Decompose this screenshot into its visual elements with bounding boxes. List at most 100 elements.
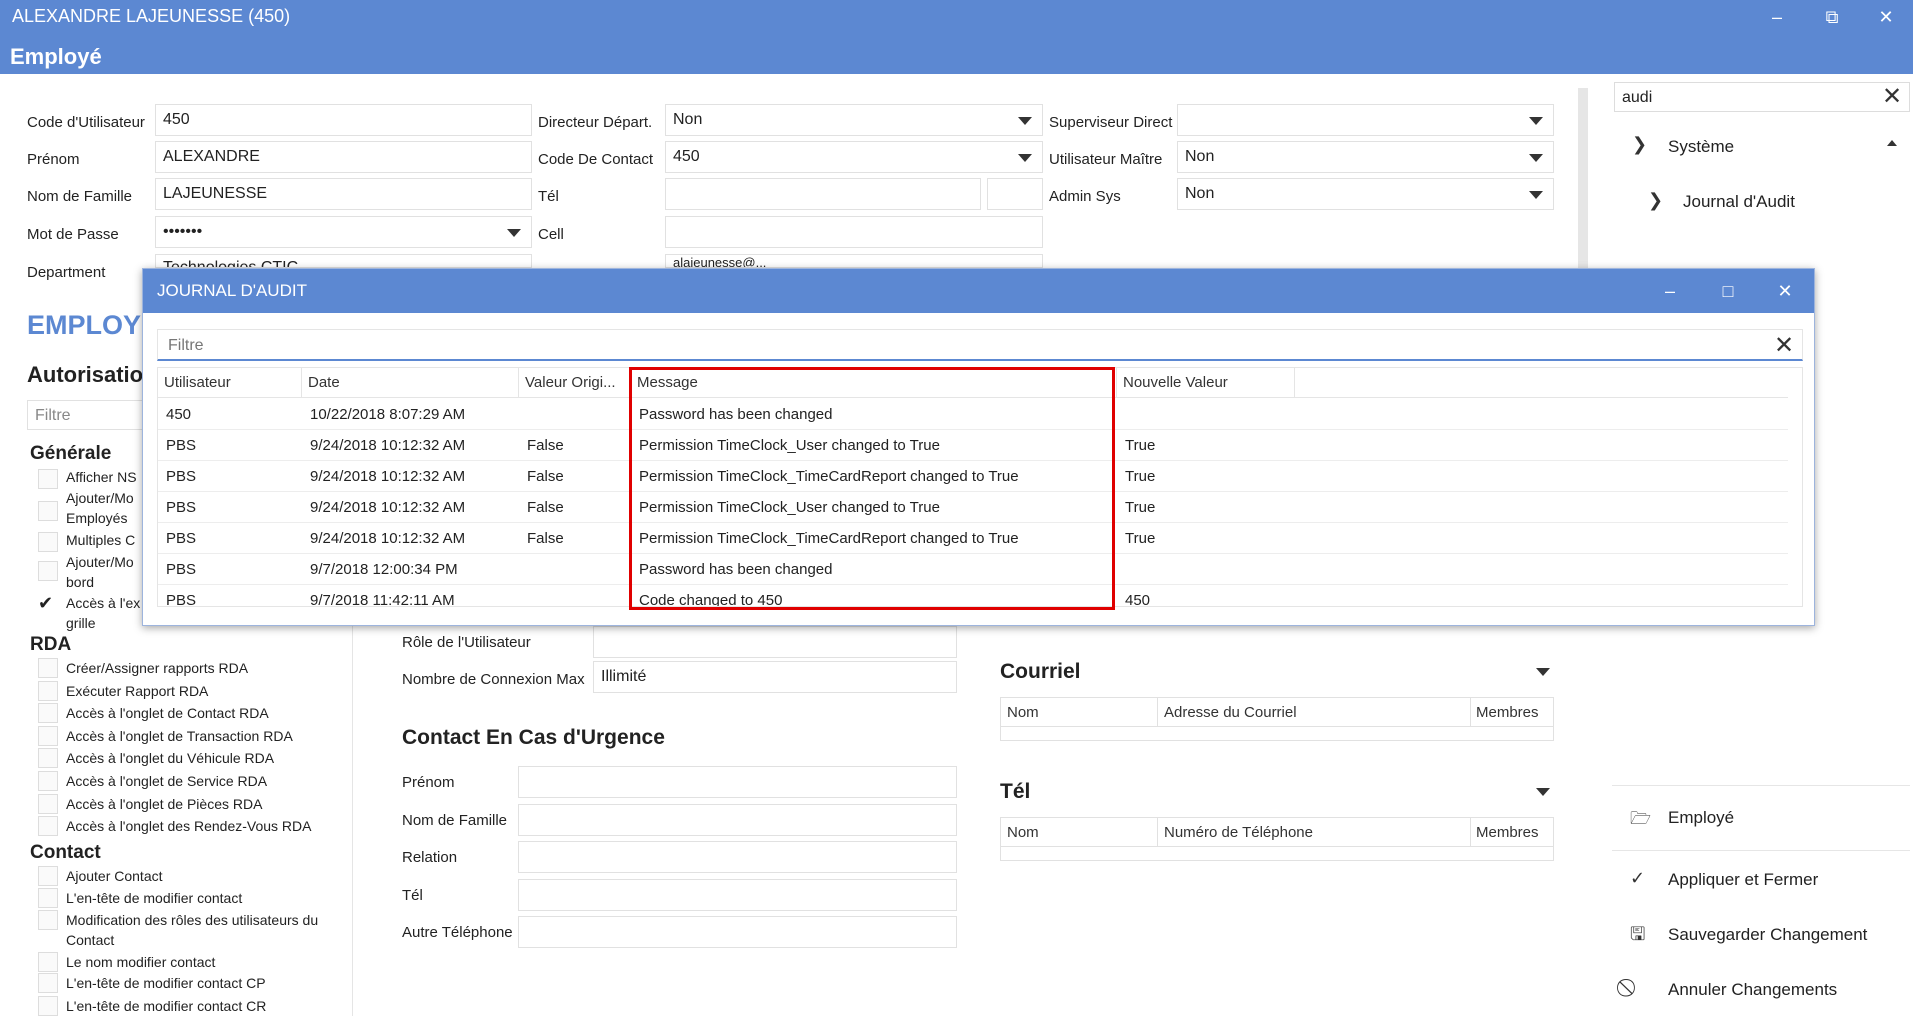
- courriel-col-nom[interactable]: Nom: [1007, 704, 1039, 721]
- form-input[interactable]: 450: [665, 141, 1043, 173]
- table-cell-user: PBS: [166, 530, 197, 547]
- table-cell-new: 450: [1125, 592, 1151, 607]
- permission-checkbox[interactable]: [38, 816, 58, 837]
- permission-checkbox[interactable]: ✔: [38, 593, 58, 613]
- form-input[interactable]: 450: [155, 104, 532, 136]
- save-changes-button[interactable]: Sauvegarder Changement: [1668, 925, 1867, 945]
- search-clear-icon[interactable]: ✕: [1882, 82, 1902, 111]
- form-input[interactable]: [665, 216, 1043, 248]
- maxconn-input[interactable]: Illimité: [593, 661, 957, 693]
- permission-checkbox[interactable]: [38, 748, 58, 769]
- emergency-field-input[interactable]: [518, 841, 957, 873]
- chevron-right-icon[interactable]: ❯: [1648, 190, 1663, 211]
- col-valeur-originale[interactable]: Valeur Origi...: [519, 368, 631, 398]
- table-cell-orig: False: [527, 437, 564, 454]
- tel-col-numero[interactable]: Numéro de Téléphone: [1164, 824, 1313, 841]
- tree-collapse-icon[interactable]: [1887, 140, 1897, 146]
- emergency-field-input[interactable]: [518, 878, 957, 911]
- table-row[interactable]: PBS 9/24/2018 10:12:32 AM False Permission …: [158, 461, 1788, 492]
- table-row[interactable]: PBS 9/24/2018 10:12:32 AM False Permission …: [158, 430, 1788, 461]
- field-label: Tél: [538, 188, 559, 205]
- permission-checkbox[interactable]: [38, 561, 58, 581]
- permission-checkbox[interactable]: [38, 532, 58, 552]
- courriel-collapse-icon[interactable]: [1536, 668, 1550, 676]
- emergency-field-input[interactable]: [518, 766, 957, 798]
- permission-label: Exécuter Rapport RDA: [66, 682, 209, 699]
- permission-checkbox[interactable]: [38, 771, 58, 791]
- col-message[interactable]: Message: [631, 368, 1117, 398]
- permission-checkbox[interactable]: [38, 866, 58, 886]
- form-input[interactable]: LAJEUNESSE: [155, 178, 532, 210]
- table-row[interactable]: 450 10/22/2018 8:07:29 AM Password has bee…: [158, 399, 1788, 430]
- close-icon[interactable]: ✕: [1866, 4, 1906, 30]
- form-input[interactable]: •••••••: [155, 216, 532, 248]
- permission-checkbox[interactable]: [38, 703, 58, 724]
- courriel-col-membres[interactable]: Membres: [1476, 704, 1539, 721]
- minimize-icon[interactable]: –: [1757, 4, 1797, 30]
- restore-icon[interactable]: ⧉: [1812, 4, 1852, 30]
- tel-collapse-icon[interactable]: [1536, 788, 1550, 796]
- permission-checkbox[interactable]: [38, 725, 58, 746]
- tel-col-membres[interactable]: Membres: [1476, 824, 1539, 841]
- permission-checkbox[interactable]: [38, 910, 58, 930]
- tel-extension-input[interactable]: [987, 178, 1043, 210]
- audit-dialog-title: JOURNAL D'AUDIT: [157, 281, 307, 300]
- cancel-changes-button[interactable]: Annuler Changements: [1668, 980, 1837, 1000]
- tel-grid-body: [1000, 847, 1554, 861]
- action-employe[interactable]: Employé: [1668, 808, 1734, 828]
- apply-close-button[interactable]: Appliquer et Fermer: [1668, 870, 1818, 890]
- permission-checkbox[interactable]: [38, 501, 58, 521]
- permission-checkbox[interactable]: [38, 952, 58, 972]
- courriel-title: Courriel: [1000, 660, 1081, 683]
- form-input[interactable]: Technologies CTIC: [155, 254, 532, 268]
- field-label: Admin Sys: [1049, 188, 1121, 205]
- table-cell-new: [1121, 399, 1125, 430]
- close-icon[interactable]: ✕: [1770, 277, 1800, 305]
- role-input[interactable]: [593, 626, 957, 658]
- right-search-input[interactable]: audi: [1614, 82, 1910, 112]
- permission-checkbox[interactable]: [38, 973, 58, 993]
- main-scrollbar[interactable]: [1578, 88, 1588, 268]
- form-input[interactable]: Non: [665, 104, 1043, 136]
- form-input[interactable]: alajeunesse@...: [665, 254, 1043, 268]
- form-input[interactable]: Non: [1177, 141, 1554, 173]
- permission-checkbox[interactable]: [38, 658, 58, 678]
- chevron-right-icon[interactable]: ❯: [1632, 134, 1647, 155]
- tree-item-systeme[interactable]: Système: [1668, 137, 1734, 157]
- table-cell-user: 450: [166, 406, 192, 423]
- filter-clear-icon[interactable]: ✕: [1774, 331, 1794, 360]
- tel-col-nom[interactable]: Nom: [1007, 824, 1039, 841]
- permission-checkbox[interactable]: [38, 793, 58, 814]
- courriel-col-adresse[interactable]: Adresse du Courriel: [1164, 704, 1297, 721]
- maximize-icon[interactable]: □: [1713, 277, 1743, 305]
- permission-label: Ajouter/Mo: [66, 554, 134, 570]
- permission-checkbox[interactable]: [38, 888, 58, 908]
- permission-label: bord: [66, 574, 95, 590]
- table-cell-date: 9/24/2018 10:12:32 AM: [310, 437, 466, 454]
- col-date[interactable]: Date: [302, 368, 519, 398]
- table-cell-user: PBS: [166, 437, 197, 454]
- form-input[interactable]: [665, 178, 981, 210]
- table-row[interactable]: PBS 9/7/2018 11:42:11 AM Code changed to 4…: [158, 585, 1788, 607]
- emergency-field-input[interactable]: [518, 803, 957, 836]
- col-utilisateur[interactable]: Utilisateur: [158, 368, 302, 398]
- col-nouvelle-valeur[interactable]: Nouvelle Valeur: [1117, 368, 1295, 398]
- form-input[interactable]: [1177, 104, 1554, 136]
- permission-checkbox[interactable]: [38, 680, 58, 701]
- table-cell-date: 9/7/2018 12:00:34 PM: [310, 561, 458, 578]
- permission-label: L'en-tête de modifier contact CP: [66, 975, 266, 991]
- table-row[interactable]: PBS 9/24/2018 10:12:32 AM False Permission …: [158, 523, 1788, 554]
- permission-label: Accès à l'onglet de Pièces RDA: [66, 795, 263, 812]
- col-divider: [1157, 698, 1158, 726]
- form-input[interactable]: Non: [1177, 178, 1554, 210]
- table-row[interactable]: PBS 9/24/2018 10:12:32 AM False Permission …: [158, 492, 1788, 523]
- emergency-field-input[interactable]: [518, 916, 957, 948]
- permission-checkbox[interactable]: [38, 469, 58, 489]
- table-row[interactable]: PBS 9/7/2018 12:00:34 PM Password has been…: [158, 554, 1788, 585]
- table-cell-orig: [523, 585, 527, 606]
- form-input[interactable]: ALEXANDRE: [155, 141, 532, 173]
- minimize-icon[interactable]: –: [1655, 277, 1685, 305]
- tree-item-journal-audit[interactable]: Journal d'Audit: [1683, 192, 1795, 212]
- permission-checkbox[interactable]: [38, 996, 58, 1016]
- audit-filter-input[interactable]: Filtre ✕: [157, 329, 1803, 361]
